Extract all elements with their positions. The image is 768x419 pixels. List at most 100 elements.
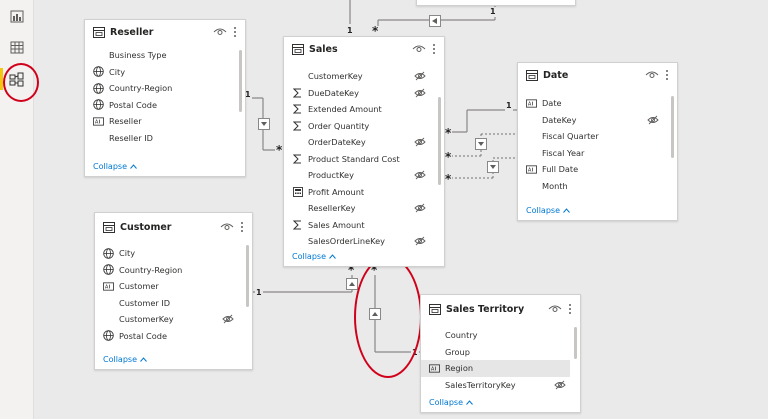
hidden-field-icon[interactable] [414, 203, 426, 213]
table-title: Sales [309, 43, 338, 55]
hidden-field-icon[interactable] [414, 170, 426, 180]
field-row[interactable]: Month [518, 178, 663, 195]
collapse-button[interactable]: Collapse [93, 162, 137, 171]
collapse-button[interactable]: Collapse [292, 252, 336, 261]
hidden-field-icon[interactable] [414, 236, 426, 246]
report-view-icon[interactable] [7, 7, 26, 26]
date-table[interactable]: Date A Date DateKey Fiscal Quarter Fiscal Ye… [517, 62, 678, 221]
more-options-icon[interactable] [233, 26, 237, 38]
customer-table[interactable]: Customer City Country-Region A Customer Cust… [94, 212, 253, 370]
field-row[interactable]: OrderDateKey [284, 134, 430, 151]
sales-table[interactable]: Sales CustomerKey DueDateKey Extended Amou… [283, 36, 445, 267]
hidden-field-icon[interactable] [222, 314, 234, 324]
eye-icon[interactable] [412, 44, 426, 54]
table-title: Reseller [110, 26, 154, 38]
hidden-field-icon[interactable] [414, 137, 426, 147]
field-row[interactable]: A Reseller [85, 113, 231, 130]
field-row[interactable]: Postal Code [95, 328, 238, 345]
filter-direction-icon[interactable] [346, 278, 358, 290]
reseller-table[interactable]: Reseller Business Type City Country-Region… [84, 19, 246, 177]
filter-direction-icon[interactable] [258, 118, 270, 130]
scrollbar[interactable] [438, 97, 441, 185]
table-header[interactable]: Reseller [85, 20, 245, 44]
field-row[interactable]: A Customer [95, 278, 238, 295]
field-row[interactable]: Country-Region [95, 262, 238, 279]
field-name: Country [445, 330, 478, 341]
sales-territory-table[interactable]: Sales Territory Country Group A Region Sales… [420, 294, 581, 413]
table-header[interactable]: Sales Territory [421, 295, 580, 323]
field-name: Postal Code [119, 330, 167, 341]
table-header[interactable]: Date [518, 63, 677, 87]
cardinality-many: * [444, 172, 453, 186]
field-row[interactable]: Sales Amount [284, 217, 430, 234]
scrollbar[interactable] [671, 96, 674, 158]
field-row[interactable]: A Region [421, 360, 570, 377]
table-header[interactable]: Customer [95, 213, 252, 241]
filter-direction-icon[interactable] [487, 161, 499, 173]
sigma-icon [292, 120, 303, 131]
more-options-icon[interactable] [240, 221, 244, 233]
field-row[interactable]: Product Standard Cost [284, 151, 430, 168]
table-icon [103, 221, 115, 233]
field-row[interactable]: City [95, 245, 238, 262]
hidden-field-icon[interactable] [647, 115, 659, 125]
more-options-icon[interactable] [432, 43, 436, 55]
field-row[interactable]: SalesTerritoryKey [421, 377, 570, 394]
field-row[interactable]: Country [421, 327, 570, 344]
field-name: Month [542, 180, 568, 191]
field-row[interactable]: Reseller ID [85, 130, 231, 147]
table-title: Customer [120, 221, 172, 233]
field-name: Extended Amount [308, 104, 382, 115]
filter-direction-icon[interactable] [475, 138, 487, 150]
field-row[interactable]: SalesOrderLineKey [284, 233, 430, 250]
field-row[interactable]: CustomerKey [284, 68, 430, 85]
field-row[interactable]: Fiscal Quarter [518, 128, 663, 145]
field-row[interactable]: CustomerKey [95, 311, 238, 328]
field-row[interactable]: DateKey [518, 112, 663, 129]
hidden-field-icon[interactable] [554, 380, 566, 390]
field-row[interactable]: Fiscal Year [518, 145, 663, 162]
scrollbar[interactable] [246, 245, 249, 307]
field-row[interactable]: DueDateKey [284, 85, 430, 102]
field-row[interactable]: Extended Amount [284, 101, 430, 118]
field-name: Customer [119, 281, 159, 292]
hidden-field-icon[interactable] [414, 71, 426, 81]
cardinality-many: * [371, 24, 380, 38]
table-header[interactable]: Sales [284, 37, 444, 61]
collapse-button[interactable]: Collapse [103, 355, 147, 364]
offscreen-table-card[interactable] [416, 0, 576, 6]
eye-icon[interactable] [645, 70, 659, 80]
chevron-up-icon [329, 254, 336, 259]
eye-icon[interactable] [220, 222, 234, 232]
field-row[interactable]: Order Quantity [284, 118, 430, 135]
hidden-field-icon[interactable] [414, 88, 426, 98]
eye-icon[interactable] [213, 27, 227, 37]
field-name: Product Standard Cost [308, 153, 400, 164]
field-row[interactable]: Country-Region [85, 80, 231, 97]
data-view-icon[interactable] [7, 38, 26, 57]
more-options-icon[interactable] [568, 303, 572, 315]
field-row[interactable]: Profit Amount [284, 184, 430, 201]
field-row[interactable]: Business Type [85, 47, 231, 64]
field-name: Sales Amount [308, 219, 365, 230]
model-canvas[interactable]: 1 * 1 1 * 1 * * * * 1 * 1 Reseller Busin… [33, 0, 768, 419]
field-row[interactable]: A Date [518, 95, 663, 112]
collapse-button[interactable]: Collapse [526, 206, 570, 215]
field-row[interactable]: City [85, 64, 231, 81]
more-options-icon[interactable] [665, 69, 669, 81]
scrollbar[interactable] [239, 50, 242, 112]
scrollbar[interactable] [574, 327, 577, 359]
field-row[interactable]: Customer ID [95, 295, 238, 312]
field-row[interactable]: ResellerKey [284, 200, 430, 217]
field-row[interactable]: Group [421, 344, 570, 361]
field-row[interactable]: Postal Code [85, 97, 231, 114]
field-row[interactable]: A Full Date [518, 161, 663, 178]
collapse-label: Collapse [93, 162, 127, 171]
chevron-up-icon [130, 164, 137, 169]
field-name: Region [445, 363, 474, 374]
cardinality-one: 1 [505, 101, 513, 111]
field-row[interactable]: ProductKey [284, 167, 430, 184]
filter-direction-icon[interactable] [429, 15, 441, 27]
eye-icon[interactable] [548, 304, 562, 314]
collapse-button[interactable]: Collapse [429, 398, 473, 407]
